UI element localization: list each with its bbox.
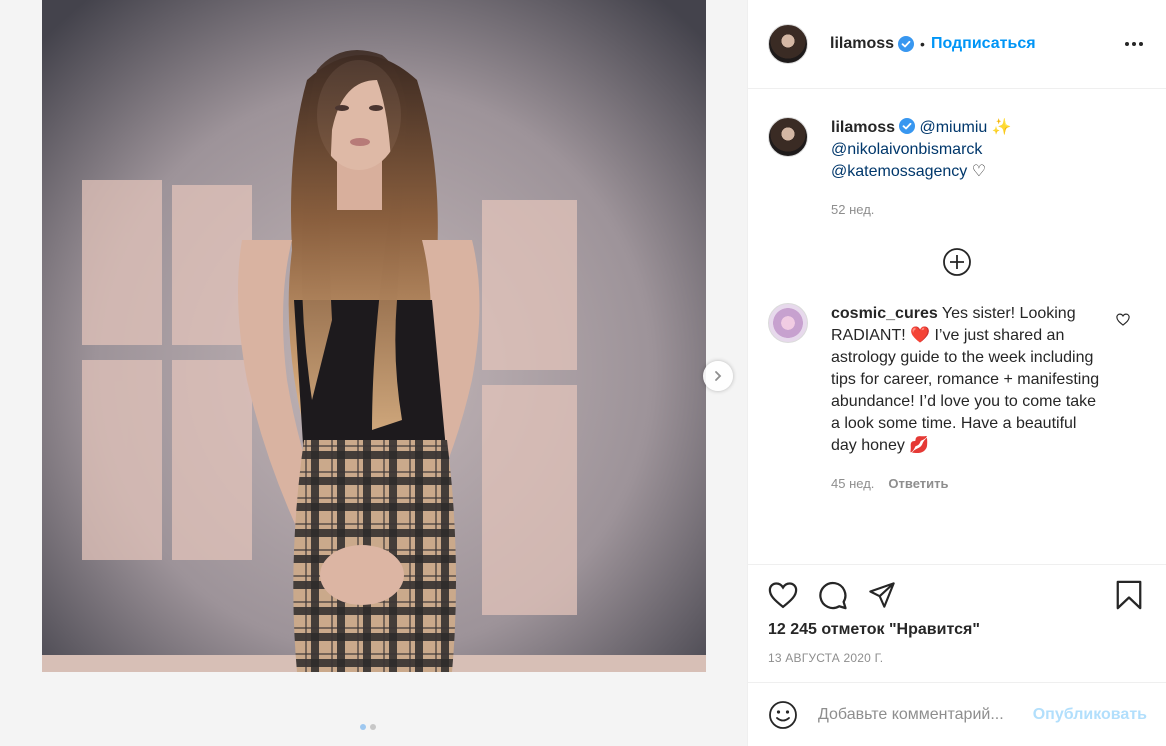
post-caption: lilamoss @miumiu ✨ @nikolaivonbismarck @… bbox=[768, 117, 1146, 221]
smiley-icon bbox=[769, 700, 797, 729]
chevron-right-icon bbox=[715, 371, 722, 381]
post-photo bbox=[42, 0, 706, 672]
caption-text: lilamoss @miumiu ✨ @nikolaivonbismarck @… bbox=[831, 117, 1012, 221]
likes-count[interactable]: 12 245 отметок "Нравится" bbox=[768, 621, 1147, 639]
sparkles-emoji: ✨ bbox=[991, 119, 1012, 136]
plus-circle-icon bbox=[943, 248, 971, 276]
mention-katemossagency[interactable]: @katemossagency bbox=[831, 163, 967, 180]
emoji-picker-button[interactable] bbox=[768, 699, 800, 731]
follow-button[interactable]: Подписаться bbox=[931, 35, 1036, 53]
comment-input[interactable] bbox=[818, 705, 1033, 724]
comment-time[interactable]: 45 нед. bbox=[831, 473, 874, 495]
save-button[interactable] bbox=[1115, 579, 1147, 611]
load-more-comments-button[interactable] bbox=[768, 247, 1146, 277]
paper-plane-icon bbox=[869, 582, 895, 608]
mention-nikolaivonbismarck[interactable]: @nikolaivonbismarck bbox=[831, 141, 982, 158]
more-options-icon bbox=[1125, 42, 1143, 46]
comment-like-button[interactable] bbox=[1116, 313, 1130, 331]
heart-emoji: ♡ bbox=[971, 163, 987, 180]
photo-illustration bbox=[42, 0, 706, 672]
heart-icon bbox=[768, 582, 798, 609]
post-side-panel: lilamoss • Подписаться lilamoss @miumiu … bbox=[747, 0, 1166, 746]
share-button[interactable] bbox=[868, 579, 900, 611]
post-date[interactable]: 13 АВГУСТА 2020 Г. bbox=[768, 651, 1147, 665]
publish-button[interactable]: Опубликовать bbox=[1033, 706, 1147, 724]
post-header: lilamoss • Подписаться bbox=[748, 0, 1166, 89]
verified-badge-icon bbox=[898, 36, 915, 52]
post-media bbox=[0, 0, 747, 746]
commenter-username[interactable]: cosmic_cures bbox=[831, 305, 938, 322]
carousel-dot-1 bbox=[360, 724, 366, 730]
heart-outline-icon bbox=[1116, 313, 1130, 326]
more-options-button[interactable] bbox=[1122, 32, 1146, 56]
verified-badge-icon bbox=[899, 118, 916, 134]
comment-item: cosmic_cures Yes sister! Looking RADIANT… bbox=[768, 303, 1146, 495]
mention-miumiu[interactable]: @miumiu bbox=[919, 119, 987, 136]
comment-bubble-icon bbox=[819, 581, 847, 610]
post-actions: 12 245 отметок "Нравится" 13 АВГУСТА 202… bbox=[748, 564, 1166, 682]
header-separator: • bbox=[920, 36, 925, 52]
add-comment-bar: Опубликовать bbox=[748, 682, 1166, 746]
comment-meta: 45 нед. Ответить bbox=[831, 473, 1101, 495]
caption-avatar[interactable] bbox=[768, 117, 808, 157]
carousel-indicator bbox=[360, 724, 376, 730]
author-username[interactable]: lilamoss bbox=[830, 35, 894, 53]
caption-time[interactable]: 52 нед. bbox=[831, 199, 1012, 221]
comment-text: Yes sister! Looking RADIANT! ❤️ I’ve jus… bbox=[831, 305, 1100, 454]
author-avatar[interactable] bbox=[768, 24, 808, 64]
comment-body: cosmic_cures Yes sister! Looking RADIANT… bbox=[831, 303, 1101, 495]
caption-username[interactable]: lilamoss bbox=[831, 119, 895, 136]
bookmark-icon bbox=[1116, 580, 1142, 610]
reply-button[interactable]: Ответить bbox=[888, 473, 948, 495]
carousel-dot-2 bbox=[370, 724, 376, 730]
carousel-next-button[interactable] bbox=[703, 361, 733, 391]
comment-button[interactable] bbox=[818, 579, 850, 611]
commenter-avatar[interactable] bbox=[768, 303, 808, 343]
comments-section: lilamoss @miumiu ✨ @nikolaivonbismarck @… bbox=[748, 89, 1166, 564]
action-icons-row bbox=[768, 579, 1147, 611]
like-button[interactable] bbox=[768, 579, 800, 611]
